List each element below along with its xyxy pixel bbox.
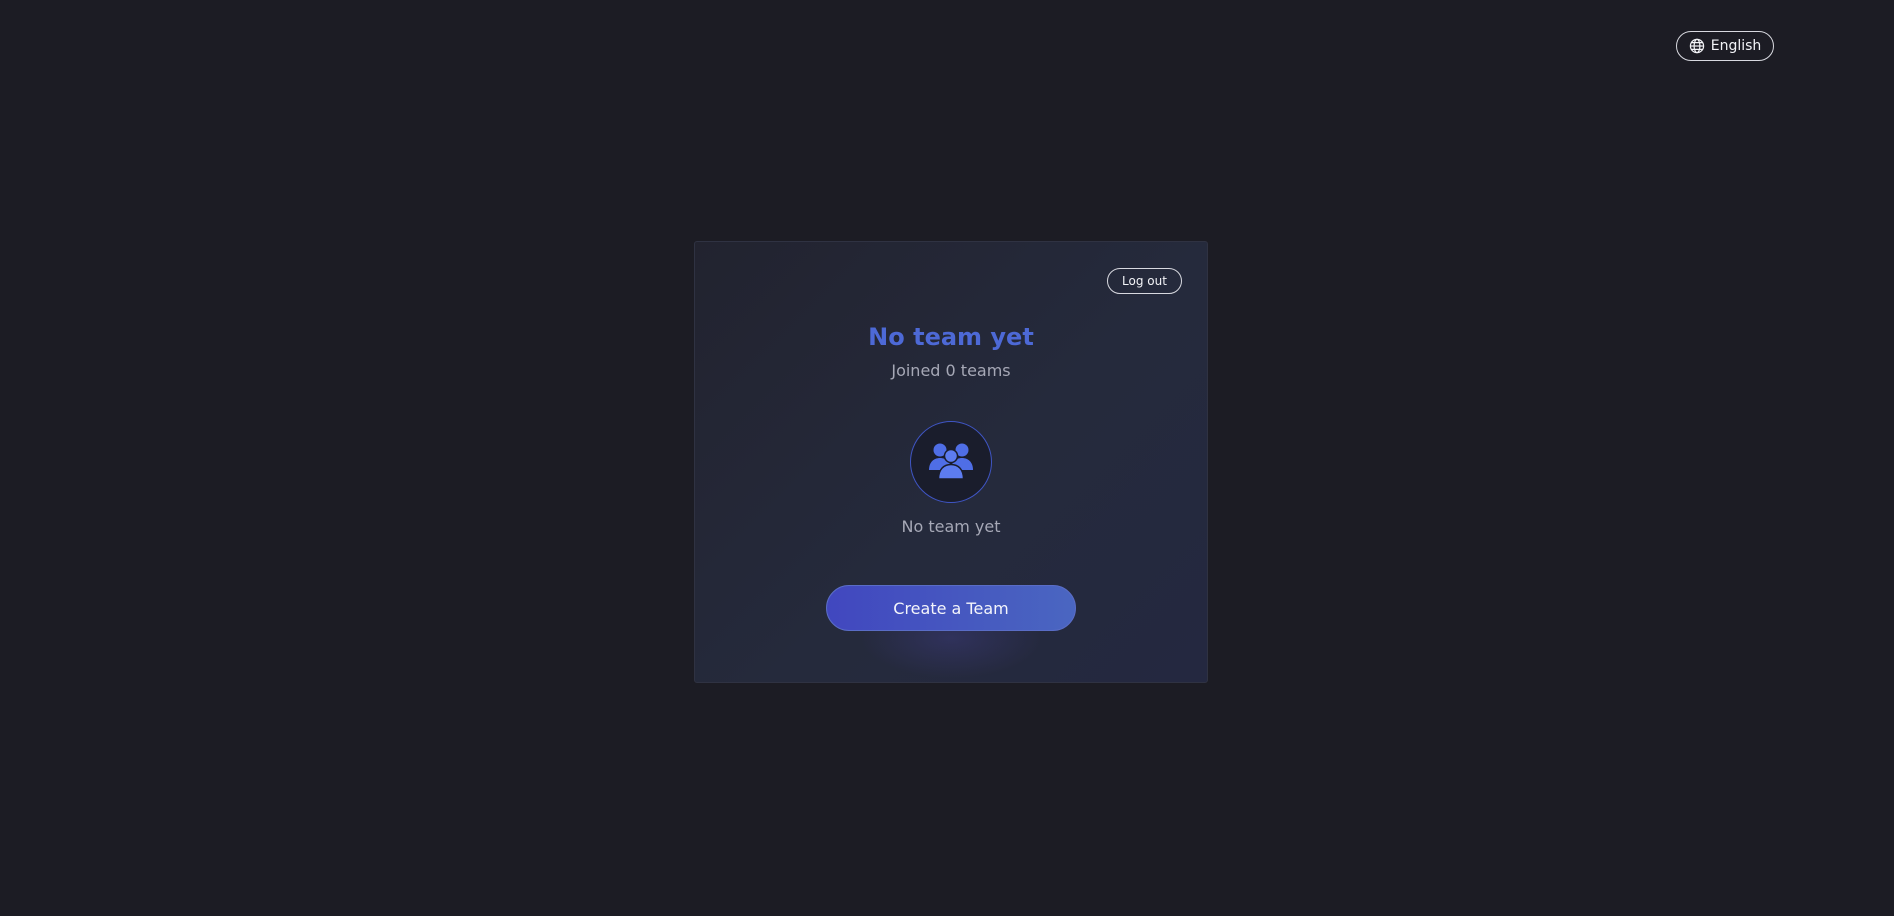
team-avatar xyxy=(910,421,992,503)
language-label: English xyxy=(1710,38,1762,54)
users-group-icon xyxy=(928,440,974,484)
create-team-button[interactable]: Create a Team xyxy=(826,585,1076,631)
teams-joined-count: Joined 0 teams xyxy=(891,361,1011,380)
no-team-card: Log out No team yet Joined 0 teams No te… xyxy=(694,241,1208,683)
empty-state-label: No team yet xyxy=(901,517,1001,536)
logout-button[interactable]: Log out xyxy=(1107,268,1182,294)
globe-icon xyxy=(1689,38,1705,54)
card-title: No team yet xyxy=(868,323,1034,351)
page: English Log out No team yet Joined 0 tea… xyxy=(0,0,1894,916)
language-selector-button[interactable]: English xyxy=(1676,31,1774,61)
